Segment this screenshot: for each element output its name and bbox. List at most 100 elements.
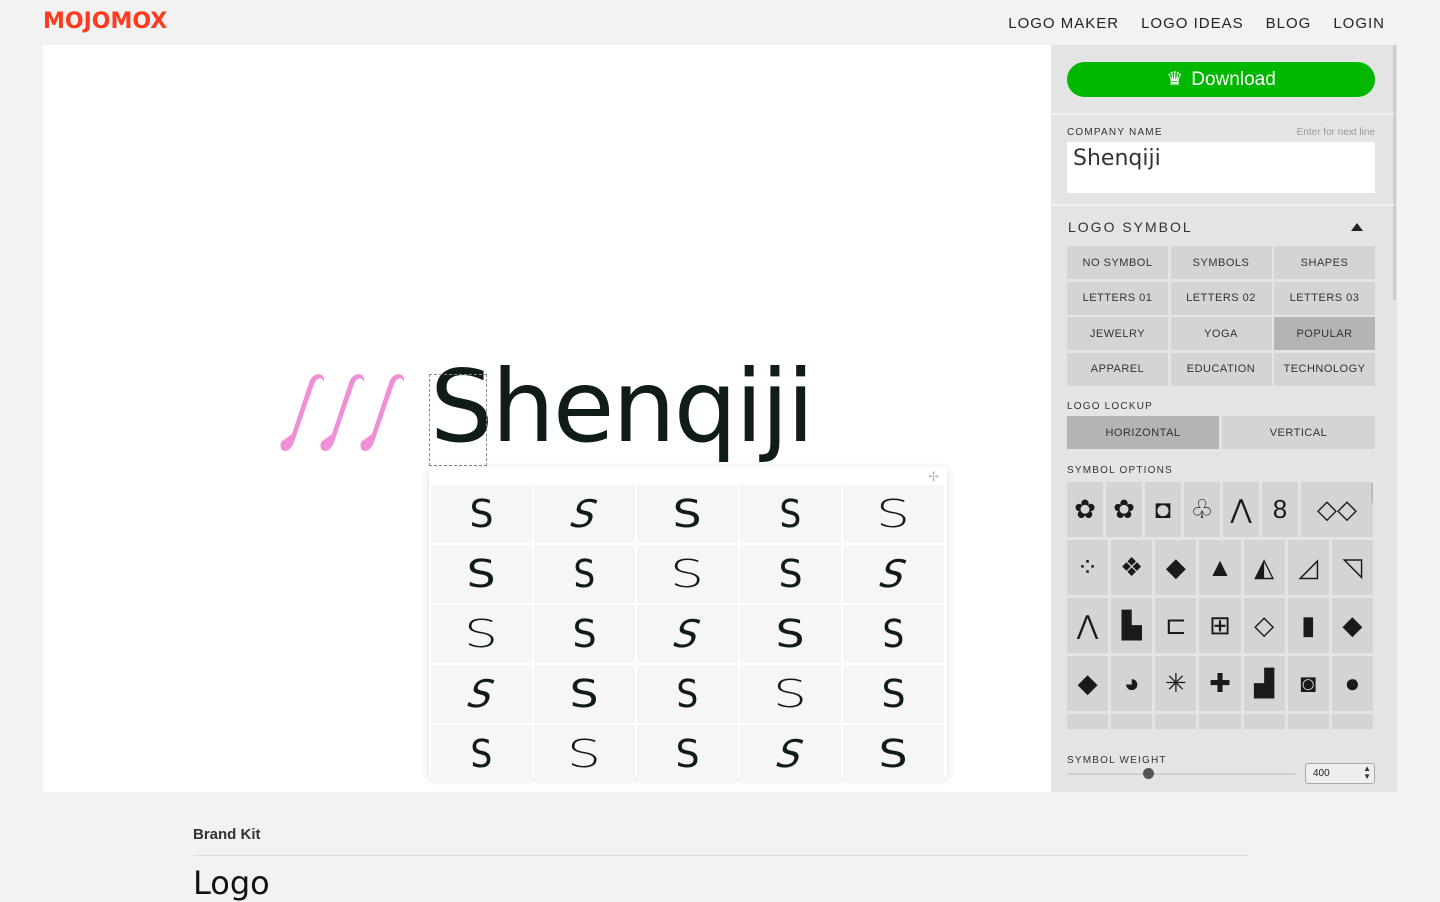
symbol-option[interactable]: ▙ (1111, 598, 1153, 653)
symbol-option[interactable]: ✳ (1155, 656, 1197, 711)
nav-login[interactable]: LOGIN (1333, 15, 1385, 32)
glyph-option[interactable]: S (431, 485, 532, 543)
glyph-option[interactable]: S (534, 665, 635, 723)
divider (1051, 113, 1394, 115)
sidebar-scrollbar[interactable] (1393, 45, 1396, 300)
glyph-option[interactable]: S (843, 665, 944, 723)
glyph-option[interactable]: S (843, 545, 944, 603)
symbol-option[interactable]: ▲ (1199, 540, 1241, 595)
company-name-input[interactable]: Shenqiji (1067, 142, 1375, 193)
logo-lockup-label: LOGO LOCKUP (1067, 401, 1153, 412)
symbol-option[interactable]: ▣ (1111, 714, 1153, 729)
symbol-option[interactable]: ◕ (1111, 656, 1153, 711)
symbol-option[interactable]: 8 (1262, 482, 1298, 537)
symbol-option[interactable]: ⊏ (1155, 598, 1197, 653)
category-popular[interactable]: POPULAR (1274, 317, 1375, 350)
symbol-option[interactable]: ◇◇ (1301, 482, 1373, 537)
category-education[interactable]: EDUCATION (1170, 352, 1272, 386)
glyph-option[interactable]: S (843, 725, 944, 783)
symbol-weight-slider[interactable] (1067, 768, 1295, 779)
glyph-option[interactable]: S (637, 545, 738, 603)
symbol-option[interactable]: ▟ (1243, 656, 1285, 711)
glyph-option[interactable]: S (740, 725, 841, 783)
symbol-option[interactable]: ▮ (1287, 598, 1329, 653)
symbol-options-scrollbar[interactable] (1371, 483, 1373, 503)
logo-symbol[interactable] (276, 372, 406, 457)
glyph-option[interactable]: S (534, 605, 635, 663)
symbol-option[interactable]: ⁘ (1067, 540, 1109, 595)
category-no-symbol[interactable]: NO SYMBOL (1067, 246, 1168, 279)
category-jewelry[interactable]: JEWELRY (1067, 317, 1168, 350)
symbol-option[interactable]: ⋀ (1223, 482, 1259, 537)
symbol-option[interactable]: ✿ (1106, 482, 1142, 537)
collapse-caret-icon[interactable] (1351, 223, 1363, 231)
lockup-horizontal[interactable]: HORIZONTAL (1067, 416, 1219, 449)
symbol-option[interactable]: ⊞ (1199, 598, 1241, 653)
symbol-option[interactable]: ▣ (1155, 714, 1197, 729)
symbol-option[interactable]: ◆ (1067, 656, 1109, 711)
company-name-hint: Enter for next line (1296, 127, 1375, 138)
symbol-option[interactable]: ✚ (1199, 656, 1241, 711)
category-letters-02[interactable]: LETTERS 02 (1170, 281, 1272, 315)
symbol-option[interactable]: ✿ (1067, 482, 1103, 537)
company-name-label: COMPANY NAME (1067, 127, 1163, 138)
symbol-option[interactable]: ◿ (1287, 540, 1329, 595)
symbol-option[interactable]: ◆ (1331, 598, 1373, 653)
glyph-option[interactable]: S (637, 665, 738, 723)
symbol-option[interactable]: ◹ (1331, 540, 1373, 595)
glyph-option[interactable]: S (637, 725, 738, 783)
glyph-option[interactable]: S (534, 485, 635, 543)
letter-selection-box[interactable] (429, 374, 487, 466)
glyph-option[interactable]: S (843, 485, 944, 543)
symbol-option[interactable]: ◇ (1243, 598, 1285, 653)
symbol-weight-input[interactable]: 400 ▲ ▼ (1305, 763, 1375, 784)
symbol-option[interactable]: △ (1287, 714, 1329, 729)
slider-thumb[interactable] (1143, 768, 1154, 779)
category-symbols[interactable]: SYMBOLS (1170, 246, 1272, 279)
glyph-option[interactable]: S (431, 545, 532, 603)
category-shapes[interactable]: SHAPES (1274, 246, 1375, 279)
glyph-option[interactable]: S (431, 665, 532, 723)
symbol-option[interactable]: ◙ (1287, 656, 1329, 711)
glyph-option[interactable]: S (431, 725, 532, 783)
company-name-text[interactable]: Shenqiji (430, 357, 815, 457)
nav-logo-maker[interactable]: LOGO MAKER (1008, 15, 1119, 32)
glyph-option[interactable]: S (534, 545, 635, 603)
symbol-option[interactable]: ▲ (1199, 714, 1241, 729)
glyph-option[interactable]: S (843, 605, 944, 663)
category-technology[interactable]: TECHNOLOGY (1274, 352, 1375, 386)
category-letters-01[interactable]: LETTERS 01 (1067, 281, 1168, 315)
symbol-option[interactable]: ♧ (1184, 482, 1220, 537)
glyph-option[interactable]: S (740, 545, 841, 603)
glyph-option[interactable]: S (637, 605, 738, 663)
logo-symbol-title[interactable]: LOGO SYMBOL (1068, 219, 1193, 235)
symbol-option[interactable]: ◆ (1155, 540, 1197, 595)
symbol-option[interactable]: ● (1331, 656, 1373, 711)
nav-logo-ideas[interactable]: LOGO IDEAS (1141, 15, 1244, 32)
category-apparel[interactable]: APPAREL (1067, 352, 1168, 386)
lockup-vertical[interactable]: VERTICAL (1222, 416, 1375, 449)
category-letters-03[interactable]: LETTERS 03 (1274, 281, 1375, 315)
symbol-option[interactable]: ◭ (1243, 540, 1285, 595)
glyph-option[interactable]: S (740, 485, 841, 543)
mojomox-logo[interactable]: MOJOMOX (43, 9, 167, 34)
glyph-option[interactable]: S (431, 605, 532, 663)
stepper-arrows-icon[interactable]: ▲ ▼ (1363, 765, 1371, 781)
symbol-option[interactable]: ❖ (1111, 540, 1153, 595)
symbol-option[interactable]: ▲ (1067, 714, 1109, 729)
symbol-option[interactable]: ◠ (1331, 714, 1373, 729)
symbol-option[interactable]: ▲ (1243, 714, 1285, 729)
download-button[interactable]: ♛ Download (1067, 62, 1375, 97)
glyph-option[interactable]: S (534, 725, 635, 783)
symbol-option[interactable]: ⋀ (1067, 598, 1109, 653)
glyph-option[interactable]: S (637, 485, 738, 543)
move-icon[interactable]: ✢ (928, 469, 939, 485)
glyph-option[interactable]: S (740, 665, 841, 723)
glyph-option[interactable]: S (740, 605, 841, 663)
lockup-options: HORIZONTAL VERTICAL (1067, 416, 1375, 449)
category-yoga[interactable]: YOGA (1170, 317, 1272, 350)
symbol-weight-value: 400 (1313, 768, 1330, 779)
symbol-option[interactable]: ◘ (1145, 482, 1181, 537)
nav-blog[interactable]: BLOG (1266, 15, 1312, 32)
main-nav: LOGO MAKER LOGO IDEAS BLOG LOGIN (1008, 15, 1385, 32)
